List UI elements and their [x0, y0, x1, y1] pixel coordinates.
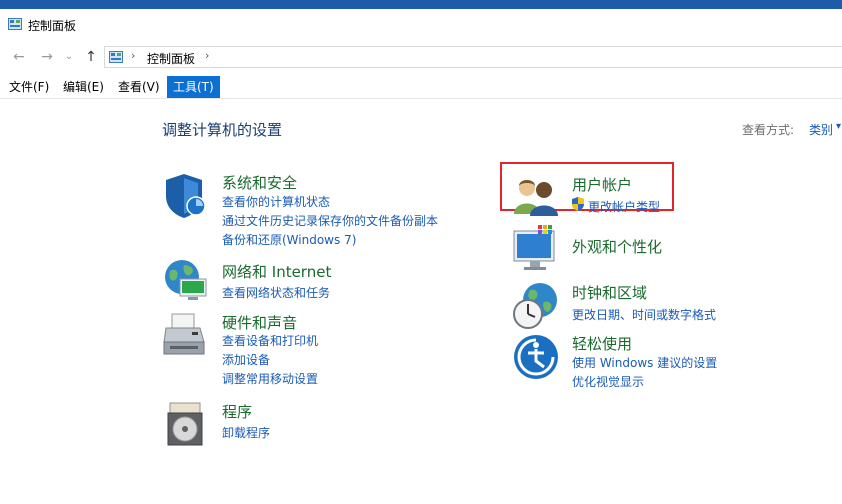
address-bar[interactable]: › 控制面板 › [104, 46, 842, 68]
link-mobility-settings[interactable]: 调整常用移动设置 [222, 370, 318, 387]
category-title-network[interactable]: 网络和 Internet [222, 261, 331, 282]
forward-arrow-icon[interactable]: → [38, 49, 56, 65]
link-devices-printers[interactable]: 查看设备和打印机 [222, 332, 318, 349]
category-title-ease-of-access[interactable]: 轻松使用 [572, 333, 632, 354]
chevron-down-icon[interactable]: ▾ [836, 121, 841, 132]
control-panel-icon [8, 18, 22, 30]
shield-icon[interactable] [162, 172, 210, 220]
breadcrumb-control-panel[interactable]: 控制面板 [147, 50, 195, 67]
up-arrow-icon[interactable]: ↑ [82, 49, 100, 65]
network-globe-icon[interactable] [162, 257, 210, 305]
control-panel-icon [109, 51, 123, 63]
view-by-label: 查看方式: [742, 123, 795, 137]
link-file-history[interactable]: 通过文件历史记录保存你的文件备份副本 [222, 212, 438, 229]
link-backup-restore[interactable]: 备份和还原(Windows 7) [222, 231, 356, 248]
users-icon[interactable] [512, 174, 560, 222]
menu-edit[interactable]: 编辑(E) [57, 76, 110, 98]
chevron-right-icon[interactable]: › [131, 49, 135, 62]
menu-file[interactable]: 文件(F) [3, 76, 55, 98]
menu-tools[interactable]: 工具(T) [167, 76, 220, 98]
printer-icon[interactable] [162, 312, 210, 360]
recent-dropdown-icon[interactable]: ⌄ [60, 49, 78, 65]
category-title-appearance[interactable]: 外观和个性化 [572, 236, 662, 257]
link-optimize-visual[interactable]: 优化视觉显示 [572, 373, 644, 390]
link-date-time-format[interactable]: 更改日期、时间或数字格式 [572, 306, 716, 323]
window-title: 控制面板 [28, 19, 77, 33]
menu-bar: 文件(F) 编辑(E) 查看(V) 工具(T) [0, 76, 842, 99]
category-title-system-security[interactable]: 系统和安全 [222, 172, 297, 193]
category-title-clock-region[interactable]: 时钟和区域 [572, 282, 647, 303]
programs-disc-icon[interactable] [162, 401, 210, 449]
page-heading: 调整计算机的设置 [162, 121, 283, 139]
view-by-dropdown[interactable]: 类别 [809, 121, 833, 138]
clock-globe-icon[interactable] [512, 282, 560, 330]
chevron-right-icon[interactable]: › [205, 49, 209, 62]
category-title-hardware-sound[interactable]: 硬件和声音 [222, 312, 297, 333]
window-top-band [0, 0, 842, 9]
back-arrow-icon[interactable]: ← [10, 49, 28, 65]
link-uninstall-program[interactable]: 卸载程序 [222, 424, 270, 441]
appearance-monitor-icon[interactable] [512, 225, 560, 273]
uac-shield-icon [572, 197, 584, 211]
category-title-programs[interactable]: 程序 [222, 401, 252, 422]
category-title-user-accounts[interactable]: 用户帐户 [572, 174, 632, 195]
link-network-status[interactable]: 查看网络状态和任务 [222, 284, 330, 301]
link-change-account-type[interactable]: 更改帐户类型 [588, 198, 660, 215]
accessibility-icon[interactable] [512, 333, 560, 381]
title-bar: 控制面板 [0, 9, 842, 41]
link-add-device[interactable]: 添加设备 [222, 351, 270, 368]
link-view-computer-status[interactable]: 查看你的计算机状态 [222, 193, 330, 210]
link-windows-recommended[interactable]: 使用 Windows 建议的设置 [572, 354, 717, 371]
menu-view[interactable]: 查看(V) [112, 76, 166, 98]
